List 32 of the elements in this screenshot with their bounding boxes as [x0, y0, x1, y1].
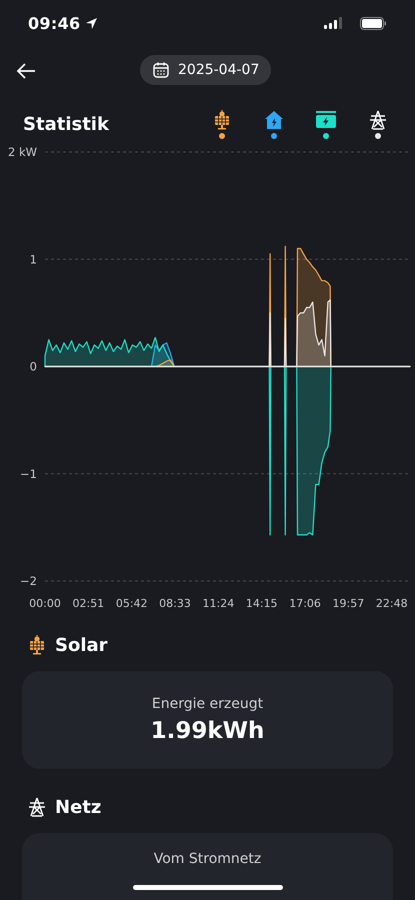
location-arrow-icon	[85, 16, 98, 30]
calendar-icon	[152, 61, 170, 79]
section-title: Solar	[55, 634, 108, 656]
battery-bolt-icon	[315, 110, 337, 130]
battery-icon	[360, 16, 387, 30]
section-title: Statistik	[23, 114, 110, 134]
signal-icon	[324, 17, 344, 29]
x-axis-label: 14:15	[246, 597, 278, 610]
x-axis-label: 00:00	[29, 597, 61, 610]
section-title: Netz	[55, 796, 102, 818]
y-axis-label: 2 kW	[8, 145, 37, 159]
power-pylon-icon	[27, 797, 47, 817]
stat-value: 1.99kWh	[150, 718, 264, 744]
stat-label: Vom Stromnetz	[154, 851, 262, 867]
stat-label: Energie erzeugt	[152, 696, 264, 712]
y-axis-label: −1	[20, 466, 37, 481]
x-axis-label: 05:42	[116, 597, 148, 610]
power-pylon-icon	[368, 110, 388, 130]
x-axis-label: 02:51	[72, 597, 104, 610]
solar-panel-icon	[212, 110, 232, 130]
house-bolt-icon	[264, 110, 284, 130]
x-axis-label: 08:33	[159, 597, 191, 610]
date-picker-button[interactable]: 2025-04-07	[140, 55, 272, 85]
y-axis-label: −2	[20, 574, 37, 588]
x-axis-label: 11:24	[202, 597, 234, 610]
y-axis-label: 0	[30, 360, 37, 374]
clock-time: 09:46	[28, 14, 80, 32]
y-axis-label: 1	[30, 252, 37, 266]
solar-panel-icon	[27, 635, 47, 655]
x-axis-label: 22:48	[376, 597, 408, 610]
x-axis-label: 17:06	[289, 597, 321, 610]
x-axis-label: 19:57	[332, 597, 364, 610]
